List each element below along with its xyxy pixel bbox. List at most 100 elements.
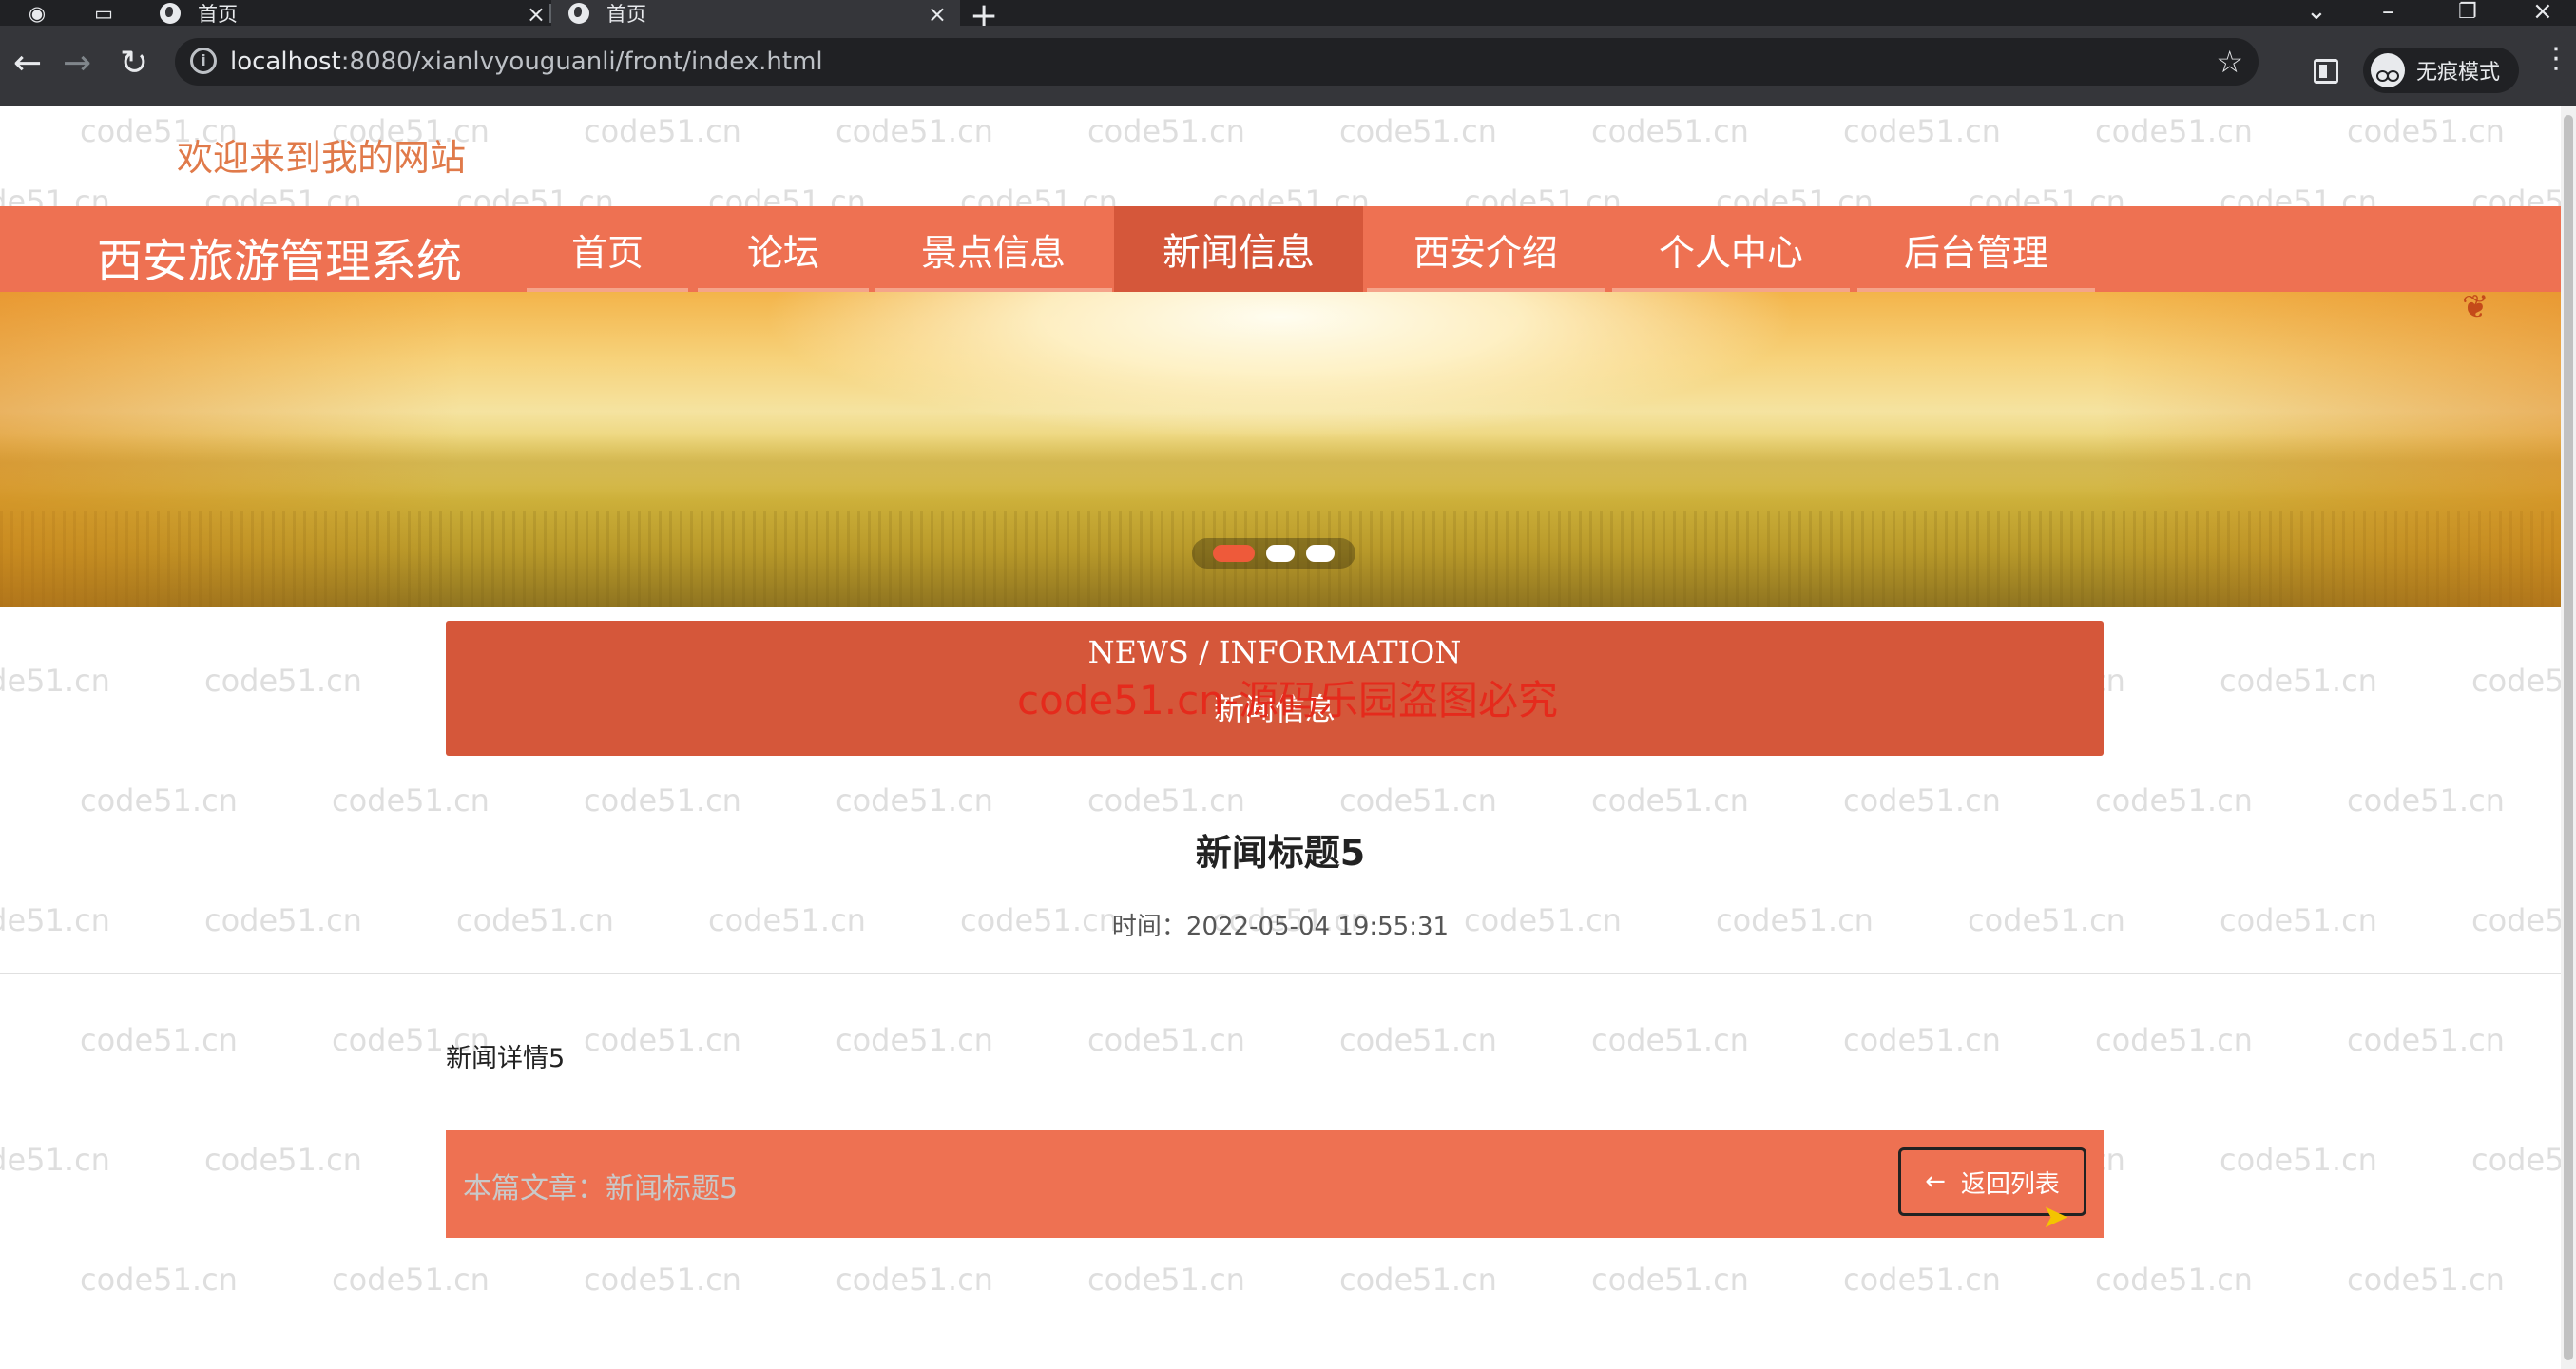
watermark-text: code51.cn <box>1339 113 1497 149</box>
nav-item-admin[interactable]: 后台管理 <box>1857 206 2095 292</box>
browser-tab[interactable]: 首页 × <box>143 0 559 28</box>
watermark-text: code51.cn <box>1843 1022 2001 1058</box>
arrow-left-icon: ← <box>1925 1167 1946 1196</box>
watermark-text: code51.cn <box>0 663 110 699</box>
watermark-text: code51.cn <box>2347 782 2505 819</box>
nav-item-attractions[interactable]: 景点信息 <box>875 206 1112 292</box>
watermark-text: code51.cn <box>2471 663 2561 699</box>
watermark-text: code51.cn <box>2220 663 2377 699</box>
watermark-text: code51.cn <box>1087 113 1245 149</box>
site-brand[interactable]: 西安旅游管理系统 <box>97 223 462 290</box>
minimize-window-icon[interactable]: – <box>2382 0 2394 26</box>
nav-item-profile[interactable]: 个人中心 <box>1612 206 1850 292</box>
section-title-en: NEWS / INFORMATION <box>1087 634 1462 670</box>
incognito-label: 无痕模式 <box>2416 61 2501 85</box>
url-text[interactable]: localhost:8080/xianlvyouguanli/front/ind… <box>230 48 823 76</box>
close-tab-icon[interactable]: × <box>928 1 947 28</box>
watermark-text: code51.cn <box>584 782 741 819</box>
site-info-icon[interactable]: i <box>190 48 217 74</box>
carousel-dot[interactable] <box>1266 545 1295 562</box>
divider <box>0 973 2561 974</box>
forward-arrow-icon[interactable]: → <box>63 47 91 81</box>
nav-item-forum[interactable]: 论坛 <box>698 206 869 292</box>
globe-icon <box>568 2 589 24</box>
watermark-text: code51.cn <box>1843 113 2001 149</box>
bookmark-star-icon[interactable]: ☆ <box>2216 44 2243 80</box>
welcome-text: 欢迎来到我的网站 <box>177 137 467 179</box>
article-title: 新闻标题5 <box>1195 832 1366 874</box>
browser-tab-active[interactable]: 首页 × <box>551 0 960 28</box>
address-bar[interactable]: i localhost:8080/xianlvyouguanli/front/i… <box>175 38 2259 86</box>
incognito-indicator[interactable]: 无痕模式 <box>2363 48 2520 93</box>
reading-list-icon[interactable] <box>2314 59 2338 84</box>
watermark-text: code51.cn <box>1339 782 1497 819</box>
watermark-text: code51.cn <box>836 1262 993 1298</box>
carousel-dot[interactable] <box>1213 545 1255 562</box>
watermark-text: code51.cn <box>2095 782 2253 819</box>
pinned-tab-window-icon[interactable]: ▭ <box>91 1 116 26</box>
reload-icon[interactable]: ↻ <box>120 47 148 81</box>
watermark-text: code51.cn <box>80 782 238 819</box>
back-to-list-label: 返回列表 <box>1960 1169 2060 1199</box>
watermark-text: code51.cn <box>1339 1262 1497 1298</box>
current-article-label: 本篇文章：新闻标题5 <box>463 1172 739 1205</box>
watermark-text: code51.cn <box>1087 782 1245 819</box>
carousel-dot[interactable] <box>1306 545 1335 562</box>
article-footer-bar: 本篇文章：新闻标题5 ← 返回列表 <box>446 1130 2104 1238</box>
watermark-text: code51.cn <box>0 1142 110 1178</box>
watermark-text: code51.cn <box>1591 1262 1749 1298</box>
watermark-text: code51.cn <box>1591 782 1749 819</box>
watermark-text: code51.cn <box>1591 1022 1749 1058</box>
browser-menu-icon[interactable]: ⋮ <box>2542 45 2570 73</box>
watermark-text: code51.cn <box>332 1262 490 1298</box>
browser-toolbar: ← → ↻ i localhost:8080/xianlvyouguanli/f… <box>0 26 2576 106</box>
watermark-text: code51.cn <box>2095 1022 2253 1058</box>
tab-title: 首页 <box>198 2 238 26</box>
tab-search-chevron-icon[interactable]: ⌄ <box>2306 0 2327 26</box>
tab-title: 首页 <box>606 2 646 26</box>
restore-window-icon[interactable]: ❐ <box>2458 0 2477 24</box>
watermark-text: code51.cn <box>80 1262 238 1298</box>
watermark-text: code51.cn <box>584 1262 741 1298</box>
watermark-text: code51.cn <box>836 782 993 819</box>
carousel-indicators <box>1192 538 1355 569</box>
watermark-text: code51.cn <box>1843 782 2001 819</box>
page-viewport: code51.cn code51.cn code51.cn code51.cn code… <box>0 106 2561 1369</box>
watermark-text: code51.cn <box>1087 1022 1245 1058</box>
watermark-text: code51.cn <box>204 663 362 699</box>
nav-item-xian-intro[interactable]: 西安介绍 <box>1367 206 1605 292</box>
page-scrollbar[interactable] <box>2561 106 2576 1369</box>
close-window-icon[interactable]: × <box>2532 0 2553 26</box>
pinned-tab-globe-icon[interactable]: ◉ <box>25 1 49 26</box>
article-body: 新闻详情5 <box>446 1044 566 1073</box>
watermark-text: code51.cn <box>1843 1262 2001 1298</box>
watermark-text: code51.cn <box>2095 1262 2253 1298</box>
watermark-text: code51.cn <box>1591 113 1749 149</box>
mouse-cursor-icon: ➤ <box>2042 1198 2069 1236</box>
nav-item-news[interactable]: 新闻信息 <box>1114 206 1363 292</box>
watermark-text: code51.cn <box>1087 1262 1245 1298</box>
leaf-decoration-icon: ❦ <box>2462 288 2489 326</box>
watermark-text: code51.cn <box>1339 1022 1497 1058</box>
close-tab-icon[interactable]: × <box>527 1 546 28</box>
watermark-text: code51.cn <box>332 782 490 819</box>
back-arrow-icon[interactable]: ← <box>13 47 42 81</box>
watermark-text: code51.cn <box>2471 1142 2561 1178</box>
watermark-text: code51.cn <box>584 113 741 149</box>
nav-item-home[interactable]: 首页 <box>527 206 688 292</box>
watermark-text: code51.cn <box>2347 113 2505 149</box>
browser-tab-strip: ◉ ▭ 首页 × 首页 × + ⌄ – ❐ × <box>0 0 2576 35</box>
watermark-text: code51.cn <box>2220 1142 2377 1178</box>
main-navbar: 西安旅游管理系统 首页 论坛 景点信息 新闻信息 西安介绍 个人中心 后台管理 <box>0 206 2561 292</box>
article-time: 时间：2022-05-04 19:55:31 <box>1111 913 1450 941</box>
watermark-text: code51.cn <box>80 1022 238 1058</box>
watermark-text: code51.cn <box>2347 1022 2505 1058</box>
watermark-text: code51.cn <box>204 1142 362 1178</box>
incognito-icon <box>2371 53 2405 87</box>
scrollbar-thumb[interactable] <box>2564 115 2573 1360</box>
copyright-overlay-text: code51.cn-源码乐园盗图必究 <box>1017 677 1558 723</box>
watermark-text: code51.cn <box>836 1022 993 1058</box>
watermark-text: code51.cn <box>2347 1262 2505 1298</box>
globe-icon <box>160 2 181 24</box>
watermark-text: code51.cn <box>836 113 993 149</box>
